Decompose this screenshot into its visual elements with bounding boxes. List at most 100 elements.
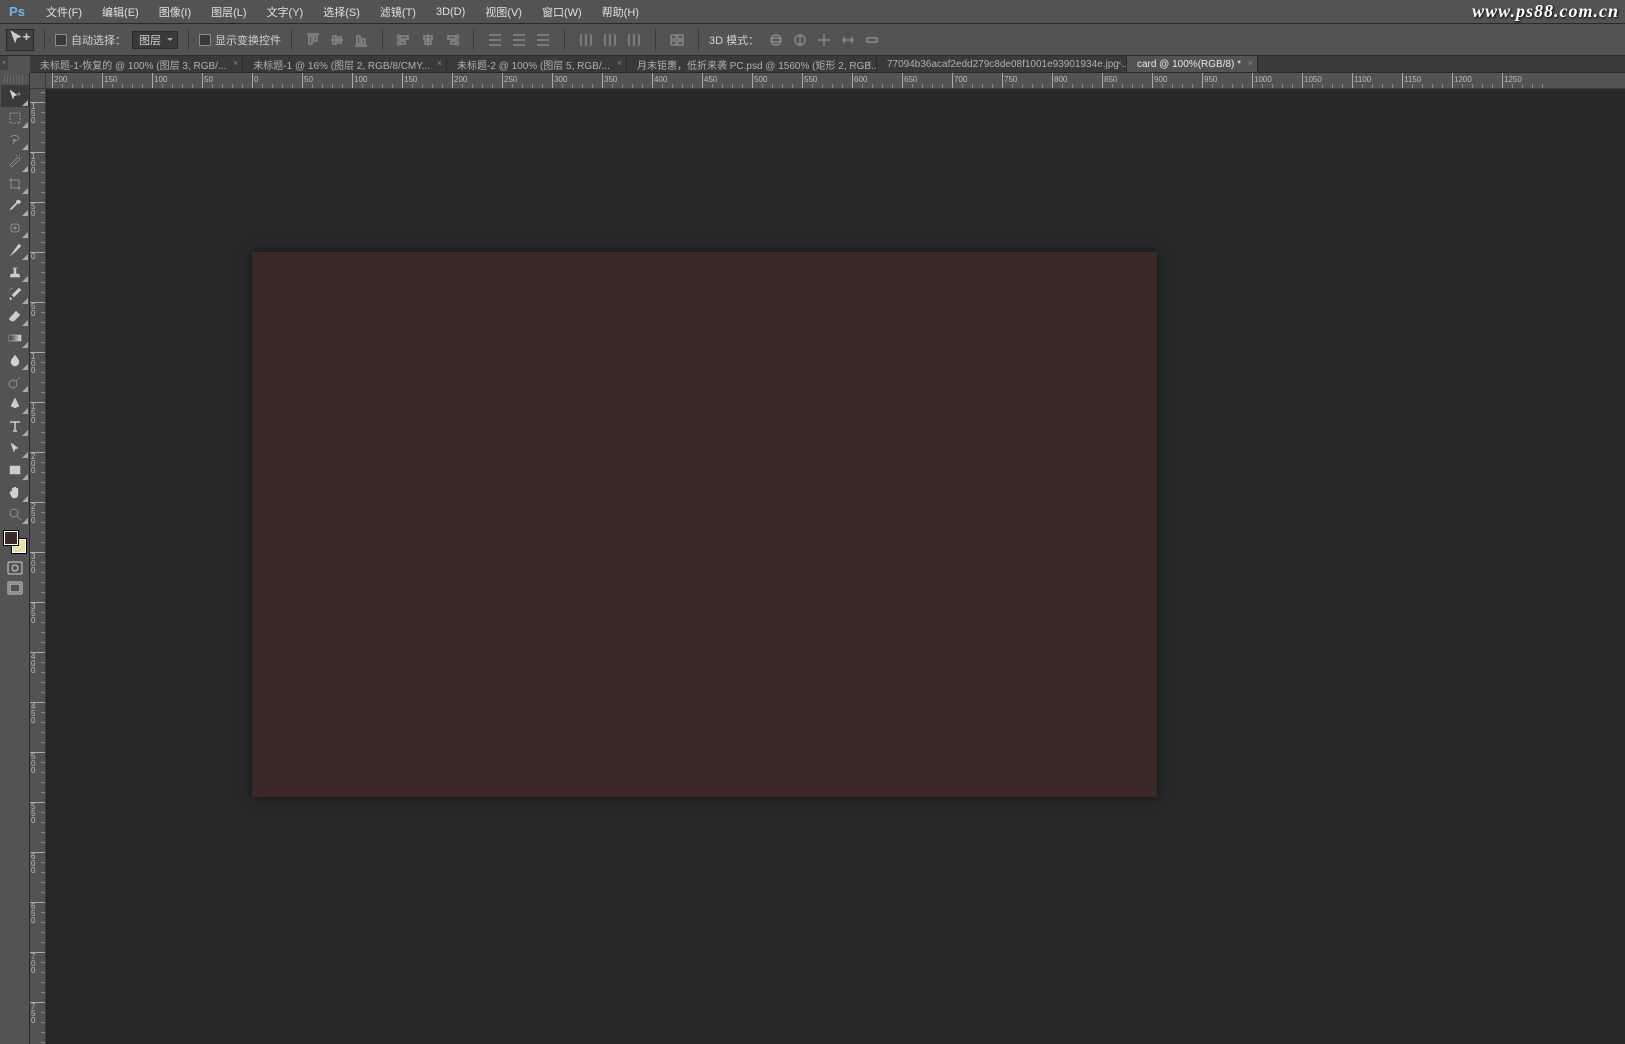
brush-tool[interactable]	[1, 239, 29, 261]
align-top-icon[interactable]	[302, 29, 324, 51]
distribute-group-2	[575, 29, 645, 51]
close-icon[interactable]: ×	[1248, 58, 1253, 68]
tab-label: 未标题-2 @ 100% (图层 5, RGB/...	[457, 57, 610, 72]
align-hcenter-icon[interactable]	[417, 29, 439, 51]
distribute-vcenter-icon[interactable]	[508, 29, 530, 51]
separator	[655, 29, 656, 51]
magic-wand-tool[interactable]	[1, 151, 29, 173]
move-tool[interactable]	[1, 85, 29, 107]
show-transform-checkbox[interactable]: 显示变换控件	[199, 32, 281, 48]
distribute-top-icon[interactable]	[484, 29, 506, 51]
menu-window[interactable]: 窗口(W)	[532, 0, 592, 23]
menu-select[interactable]: 选择(S)	[313, 0, 370, 23]
close-icon[interactable]: ×	[233, 58, 238, 68]
quickmask-toggle[interactable]	[1, 559, 29, 577]
roll-3d-icon[interactable]	[789, 29, 811, 51]
tab-label: 月末钜惠，低折来袭 PC.psd @ 1560% (矩形 2, RGB...	[637, 57, 877, 72]
document-tab[interactable]: 未标题-1 @ 16% (图层 2, RGB/8/CMY...×	[243, 56, 447, 72]
tab-label: 未标题-1-恢复的 @ 100% (图层 3, RGB/...	[40, 57, 226, 72]
canvas-area[interactable]	[46, 89, 1625, 1044]
document-tab[interactable]: 月末钜惠，低折来袭 PC.psd @ 1560% (矩形 2, RGB...×	[627, 56, 877, 72]
separator	[698, 29, 699, 51]
menu-filter[interactable]: 滤镜(T)	[370, 0, 426, 23]
auto-align-icon[interactable]	[666, 29, 688, 51]
toolbox-grip[interactable]	[4, 75, 25, 83]
document-tab[interactable]: 77094b36acaf2edd279c8de08f1001e93901934e…	[877, 56, 1127, 72]
pan-3d-icon[interactable]	[813, 29, 835, 51]
menu-type[interactable]: 文字(Y)	[257, 0, 314, 23]
checkbox-icon	[55, 34, 67, 46]
menu-3d[interactable]: 3D(D)	[426, 0, 475, 23]
gradient-tool[interactable]	[1, 327, 29, 349]
document-tab[interactable]: 未标题-2 @ 100% (图层 5, RGB/... ×	[447, 56, 627, 72]
options-bar: 自动选择： 图层 显示变换控件 3D 模式：	[0, 24, 1625, 56]
distribute-group-1	[484, 29, 554, 51]
auto-select-label: 自动选择：	[71, 32, 126, 48]
zoom-tool[interactable]	[1, 503, 29, 525]
close-icon[interactable]: ×	[867, 58, 872, 68]
panel-expand-left[interactable]: »	[0, 56, 8, 70]
screenmode-toggle[interactable]	[1, 579, 29, 597]
align-left-icon[interactable]	[393, 29, 415, 51]
orbit-3d-icon[interactable]	[765, 29, 787, 51]
history-brush-tool[interactable]	[1, 283, 29, 305]
document-tab[interactable]: 未标题-1-恢复的 @ 100% (图层 3, RGB/... ×	[30, 56, 243, 72]
color-swatches[interactable]	[4, 531, 26, 553]
crop-tool[interactable]	[1, 173, 29, 195]
distribute-right-icon[interactable]	[623, 29, 645, 51]
path-select-tool[interactable]	[1, 437, 29, 459]
show-transform-label: 显示变换控件	[215, 32, 281, 48]
toolbox	[0, 73, 30, 1044]
menu-file[interactable]: 文件(F)	[36, 0, 92, 23]
close-icon[interactable]: ×	[617, 58, 622, 68]
align-right-icon[interactable]	[441, 29, 463, 51]
blur-tool[interactable]	[1, 349, 29, 371]
separator	[291, 29, 292, 51]
separator	[188, 29, 189, 51]
menu-image[interactable]: 图像(I)	[149, 0, 201, 23]
auto-select-target-dropdown[interactable]: 图层	[132, 31, 178, 49]
menu-bar: Ps 文件(F) 编辑(E) 图像(I) 图层(L) 文字(Y) 选择(S) 滤…	[0, 0, 1625, 24]
align-bottom-icon[interactable]	[350, 29, 372, 51]
document-tab[interactable]: card @ 100%(RGB/8) * ×	[1127, 56, 1258, 72]
close-icon[interactable]: ×	[437, 58, 442, 68]
align-vcenter-icon[interactable]	[326, 29, 348, 51]
dodge-tool[interactable]	[1, 371, 29, 393]
ruler-horizontal[interactable]: 2001501005005010015020025030035040045050…	[46, 73, 1625, 89]
menu-edit[interactable]: 编辑(E)	[92, 0, 149, 23]
align-group-1	[302, 29, 372, 51]
hand-tool[interactable]	[1, 481, 29, 503]
app-logo: Ps	[6, 3, 28, 21]
tab-label: card @ 100%(RGB/8) *	[1137, 59, 1241, 70]
menu-view[interactable]: 视图(V)	[475, 0, 532, 23]
ruler-vertical[interactable]: 2001501005005010015020025030035040045050…	[30, 89, 46, 1044]
current-tool-indicator[interactable]	[6, 29, 34, 51]
separator	[473, 29, 474, 51]
auto-select-checkbox[interactable]: 自动选择：	[55, 32, 126, 48]
close-icon[interactable]: ×	[1117, 58, 1122, 68]
scale-3d-icon[interactable]	[861, 29, 883, 51]
eyedropper-tool[interactable]	[1, 195, 29, 217]
menu-layer[interactable]: 图层(L)	[201, 0, 256, 23]
foreground-color[interactable]	[4, 531, 18, 545]
rectangle-tool[interactable]	[1, 459, 29, 481]
healing-brush-tool[interactable]	[1, 217, 29, 239]
separator	[564, 29, 565, 51]
menu-help[interactable]: 帮助(H)	[592, 0, 649, 23]
distribute-bottom-icon[interactable]	[532, 29, 554, 51]
type-tool[interactable]	[1, 415, 29, 437]
pen-tool[interactable]	[1, 393, 29, 415]
slide-3d-icon[interactable]	[837, 29, 859, 51]
separator	[44, 29, 45, 51]
eraser-tool[interactable]	[1, 305, 29, 327]
document-canvas[interactable]	[252, 252, 1157, 797]
lasso-tool[interactable]	[1, 129, 29, 151]
distribute-hcenter-icon[interactable]	[599, 29, 621, 51]
checkbox-icon	[199, 34, 211, 46]
mode-3d-label: 3D 模式：	[709, 32, 759, 48]
tab-label: 77094b36acaf2edd279c8de08f1001e93901934e…	[887, 59, 1127, 70]
rect-marquee-tool[interactable]	[1, 107, 29, 129]
clone-stamp-tool[interactable]	[1, 261, 29, 283]
distribute-left-icon[interactable]	[575, 29, 597, 51]
ruler-origin[interactable]	[30, 73, 46, 89]
